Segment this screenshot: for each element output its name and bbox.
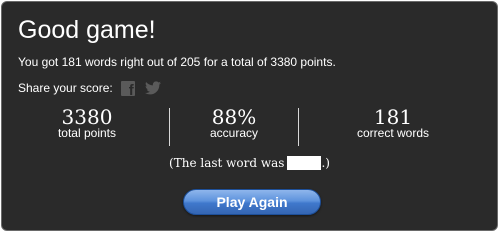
twitter-icon[interactable] <box>144 81 161 95</box>
stat-correct-words: 181 correct words <box>333 106 453 140</box>
stats-row: 3380 total points 88% accuracy 181 corre… <box>2 106 497 148</box>
stat-accuracy: 88% accuracy <box>174 106 294 140</box>
stat-label: correct words <box>356 126 430 140</box>
share-row: Share your score: f <box>18 80 161 99</box>
stat-total-points: 3380 total points <box>27 106 147 140</box>
facebook-icon[interactable]: f <box>120 80 135 99</box>
last-word-line: (The last word was.) <box>2 155 497 171</box>
stat-divider <box>298 108 299 146</box>
last-word-redacted <box>287 156 322 170</box>
stat-divider <box>169 108 170 146</box>
last-word-prefix: (The last word was <box>169 156 285 170</box>
dialog-title: Good game! <box>18 16 156 44</box>
stat-label: accuracy <box>209 126 259 140</box>
stat-value: 3380 <box>61 105 113 129</box>
stat-value: 181 <box>373 105 413 129</box>
facebook-glyph: f <box>128 81 134 99</box>
stat-value: 88% <box>211 105 257 129</box>
stat-label: total points <box>57 126 117 140</box>
last-word-suffix: .) <box>321 156 330 170</box>
play-again-button[interactable]: Play Again <box>183 189 321 215</box>
score-summary: You got 181 words right out of 205 for a… <box>18 55 336 69</box>
share-label: Share your score: <box>18 81 113 95</box>
game-over-dialog: Good game! You got 181 words right out o… <box>1 1 498 231</box>
